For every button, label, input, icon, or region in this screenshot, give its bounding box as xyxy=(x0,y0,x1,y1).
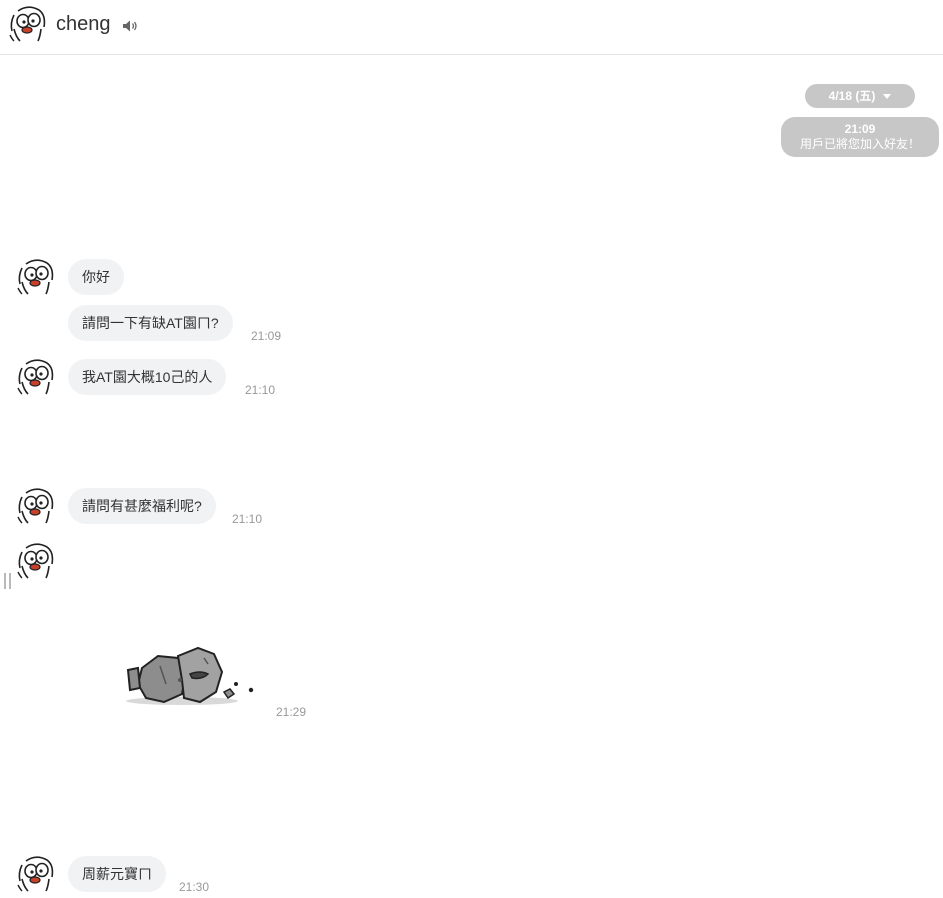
message-time: 21:09 xyxy=(251,329,282,343)
contact-avatar[interactable] xyxy=(8,5,48,43)
date-label: 4/18 (五) xyxy=(828,89,876,103)
sender-avatar[interactable] xyxy=(16,855,56,893)
message-bubble[interactable]: 請問有甚麼福利呢? xyxy=(68,488,216,524)
chat-header: cheng xyxy=(0,0,943,55)
message-bubble[interactable]: 你好 xyxy=(68,259,124,295)
speaker-icon[interactable] xyxy=(122,19,138,33)
message-time: 21:29 xyxy=(276,705,307,719)
sender-avatar[interactable] xyxy=(16,258,56,296)
message-time: 21:10 xyxy=(245,383,276,397)
sender-avatar[interactable] xyxy=(16,542,56,580)
contact-name[interactable]: cheng xyxy=(56,13,111,36)
system-message: 21:09 用戶已將您加入好友！ xyxy=(781,117,939,157)
message-time: 21:10 xyxy=(232,512,263,526)
message-bubble[interactable]: 請問一下有缺AT園ㄇ? xyxy=(68,305,233,341)
sender-avatar[interactable] xyxy=(16,358,56,396)
system-message-time: 21:09 xyxy=(844,122,876,136)
date-divider[interactable]: 4/18 (五) xyxy=(805,84,915,108)
system-message-text: 用戶已將您加入好友！ xyxy=(799,137,920,151)
sender-avatar[interactable] xyxy=(16,487,56,525)
message-time: 21:30 xyxy=(179,880,210,894)
resize-handle[interactable] xyxy=(4,573,12,589)
chevron-down-icon xyxy=(883,94,892,100)
rock-sticker[interactable] xyxy=(120,640,260,710)
message-bubble[interactable]: 我AT園大概10己的人 xyxy=(68,359,227,395)
message-bubble[interactable]: 周薪元寶ㄇ xyxy=(68,856,166,892)
